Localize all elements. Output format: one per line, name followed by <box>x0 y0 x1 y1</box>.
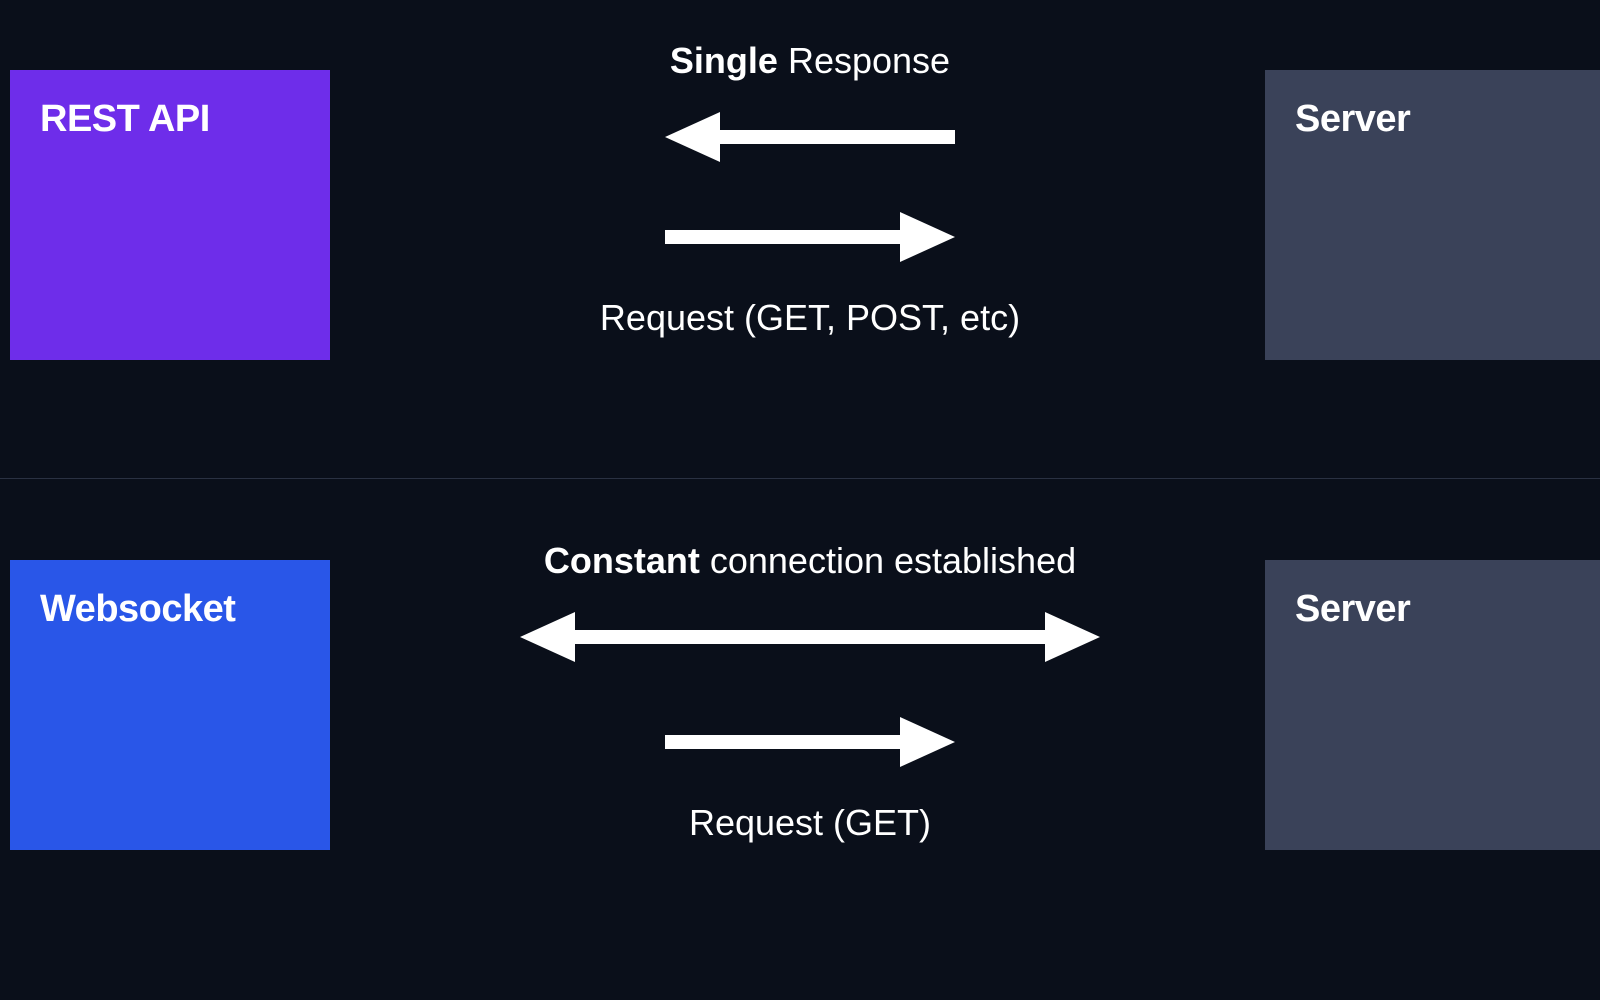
websocket-label: Websocket <box>40 588 300 631</box>
websocket-section: Websocket Server Constant connection est… <box>0 560 1600 890</box>
server-label-bottom: Server <box>1295 588 1570 631</box>
server-box-bottom: Server <box>1265 560 1600 850</box>
arrow-double-icon <box>515 607 1105 667</box>
section-divider <box>0 478 1600 479</box>
rest-api-label: REST API <box>40 98 300 141</box>
arrow-double-container <box>515 607 1105 667</box>
websocket-middle-content: Constant connection established Request … <box>400 560 1220 890</box>
arrow-right-bottom-icon <box>655 712 965 772</box>
rest-api-box: REST API <box>10 70 330 360</box>
server-box-top: Server <box>1265 70 1600 360</box>
single-response-label: Single Response <box>670 40 950 82</box>
arrow-right-icon <box>655 207 965 267</box>
arrow-left-icon <box>655 107 965 167</box>
server-label-top: Server <box>1295 98 1570 141</box>
arrow-right-container <box>655 207 965 267</box>
request-label-bottom: Request (GET) <box>689 802 931 844</box>
arrow-right-bottom-container <box>655 712 965 772</box>
constant-connection-label: Constant connection established <box>544 540 1076 582</box>
rest-middle-content: Single Response Request (GET, POST, etc) <box>400 70 1220 400</box>
arrow-left-container <box>655 107 965 167</box>
rest-api-section: REST API Server Single Response Request … <box>0 70 1600 400</box>
request-label-top: Request (GET, POST, etc) <box>600 297 1020 339</box>
websocket-box: Websocket <box>10 560 330 850</box>
